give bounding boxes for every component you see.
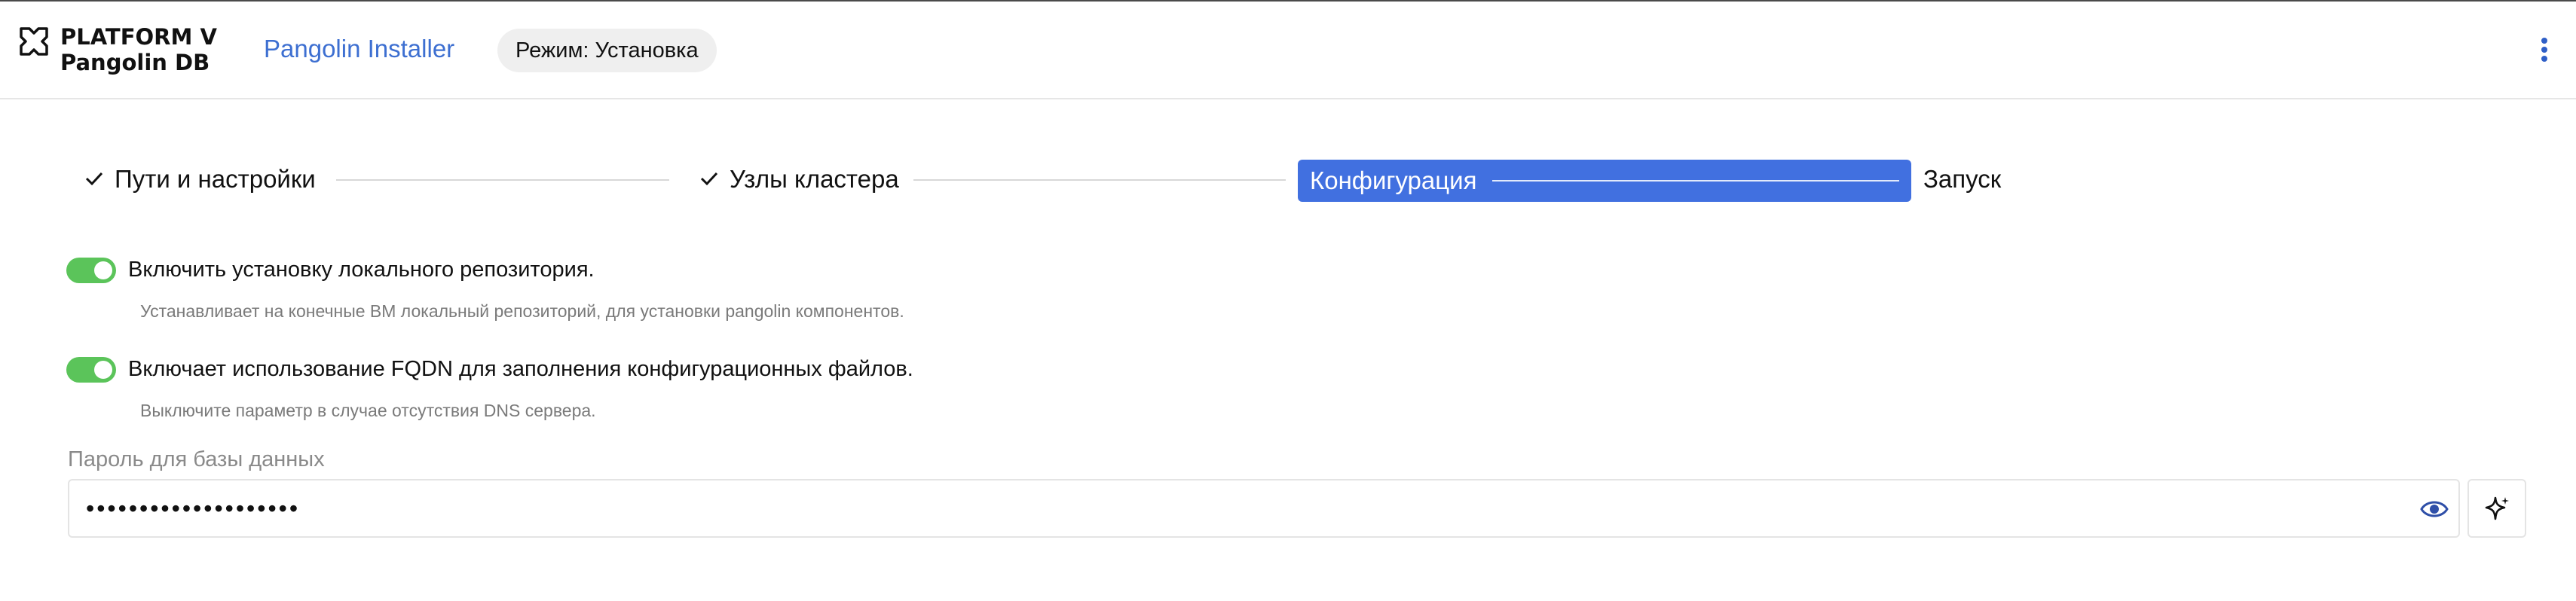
generate-password-button[interactable] xyxy=(2467,479,2526,538)
fqdn-description: Выключите параметр в случае отсутствия D… xyxy=(140,401,596,420)
db-password-input[interactable]: •••••••••••••••••••• xyxy=(68,479,2460,538)
check-icon xyxy=(85,172,103,186)
fqdn-label: Включает использование FQDN для заполнен… xyxy=(128,357,913,381)
check-icon xyxy=(700,172,718,186)
db-password-value: •••••••••••••••••••• xyxy=(86,495,301,522)
platform-logo: PLATFORM V Pangolin DB xyxy=(18,24,217,77)
logo-mark-icon xyxy=(20,27,48,56)
local-repo-description: Устанавливает на конечные ВМ локальный р… xyxy=(140,301,904,321)
step-label: Узлы кластера xyxy=(730,165,899,193)
local-repo-toggle[interactable] xyxy=(66,258,116,283)
app-header: PLATFORM V Pangolin DB Pangolin Installe… xyxy=(0,2,2576,99)
kebab-menu-icon[interactable] xyxy=(2535,35,2553,65)
step-connector xyxy=(1492,180,1899,182)
fqdn-toggle[interactable] xyxy=(66,357,116,383)
step-connector xyxy=(336,179,669,181)
step-label: Конфигурация xyxy=(1310,166,1477,194)
logo-line-1: PLATFORM V xyxy=(60,24,217,50)
step-launch[interactable]: Запуск xyxy=(1923,158,2001,200)
db-password-label: Пароль для базы данных xyxy=(68,447,325,471)
step-label: Пути и настройки xyxy=(115,165,316,193)
step-paths-settings[interactable]: Пути и настройки xyxy=(83,158,316,200)
logo-line-2: Pangolin DB xyxy=(60,50,210,75)
app-title-link[interactable]: Pangolin Installer xyxy=(264,35,454,63)
step-configuration[interactable]: Конфигурация xyxy=(1298,160,1911,202)
mode-badge: Режим: Установка xyxy=(497,29,717,72)
step-connector xyxy=(913,179,1286,181)
sparkle-icon xyxy=(2485,496,2509,520)
local-repo-label: Включить установку локального репозитори… xyxy=(128,258,595,282)
step-cluster-nodes[interactable]: Узлы кластера xyxy=(698,158,899,200)
eye-icon[interactable] xyxy=(2419,496,2449,523)
step-label: Запуск xyxy=(1923,165,2002,193)
